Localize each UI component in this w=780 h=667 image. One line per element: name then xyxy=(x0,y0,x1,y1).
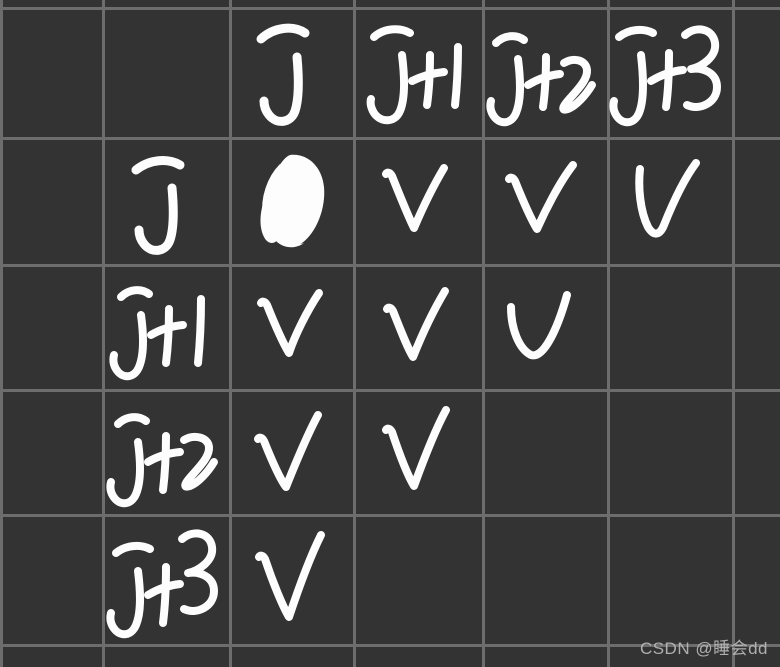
cell-r0c5-check[interactable]: ✓ xyxy=(607,137,732,264)
check-icon xyxy=(381,405,450,490)
cell-r3c4-empty[interactable] xyxy=(482,514,607,644)
cell-r1c4-check[interactable]: ✓ xyxy=(482,264,607,389)
column-header-j-bar: J̄ xyxy=(229,7,353,137)
handwriting-grid-canvas: J̄ J̄+1 J̄+2 xyxy=(0,0,780,667)
check-icon xyxy=(506,290,571,359)
row-header-j-bar-plus-2: J̄+2 xyxy=(102,389,229,514)
check-icon xyxy=(382,286,449,361)
row-header-j-bar-plus-3: J̄+3 xyxy=(102,514,229,644)
cell-r3c2-check[interactable]: ✓ xyxy=(229,514,353,644)
check-icon xyxy=(257,288,323,357)
cell-r1c2-check[interactable]: ✓ xyxy=(229,264,353,389)
grid-hline-5 xyxy=(0,644,780,647)
check-icon xyxy=(255,531,325,621)
grid-vline-6 xyxy=(732,0,735,667)
cell-r2c5-empty[interactable] xyxy=(607,389,732,514)
check-icon xyxy=(381,163,448,232)
row-header-j-bar-plus-1: J̄+1 xyxy=(102,264,229,389)
grid-vline-0 xyxy=(0,0,3,667)
cell-r3c3-empty[interactable] xyxy=(353,514,482,644)
check-icon xyxy=(254,410,322,491)
scribble-blob-icon xyxy=(260,154,325,247)
cell-r1c3-check[interactable]: ✓ xyxy=(353,264,482,389)
cell-r0c4-check[interactable]: ✓ xyxy=(482,137,607,264)
column-header-j-bar-plus-2: J̄+2 xyxy=(482,7,607,137)
row-header-j-bar: J̄ xyxy=(102,137,229,264)
cell-r1c5-empty[interactable] xyxy=(607,264,732,389)
cell-r2c4-empty[interactable] xyxy=(482,389,607,514)
cell-r0c0-empty[interactable] xyxy=(0,137,102,264)
cell-r0c2-scribble[interactable]: blotted out xyxy=(229,137,353,264)
cell-r2c3-check[interactable]: ✓ xyxy=(353,389,482,514)
cell-r0c3-check[interactable]: ✓ xyxy=(353,137,482,264)
cell-r2c2-check[interactable]: ✓ xyxy=(229,389,353,514)
column-header-j-bar-plus-3: J̄+3 xyxy=(607,7,732,137)
column-header-j-bar-plus-1: J̄+1 xyxy=(353,7,482,137)
cell-r3c5-empty[interactable] xyxy=(607,514,732,644)
check-icon xyxy=(634,158,700,237)
check-icon xyxy=(504,160,577,233)
